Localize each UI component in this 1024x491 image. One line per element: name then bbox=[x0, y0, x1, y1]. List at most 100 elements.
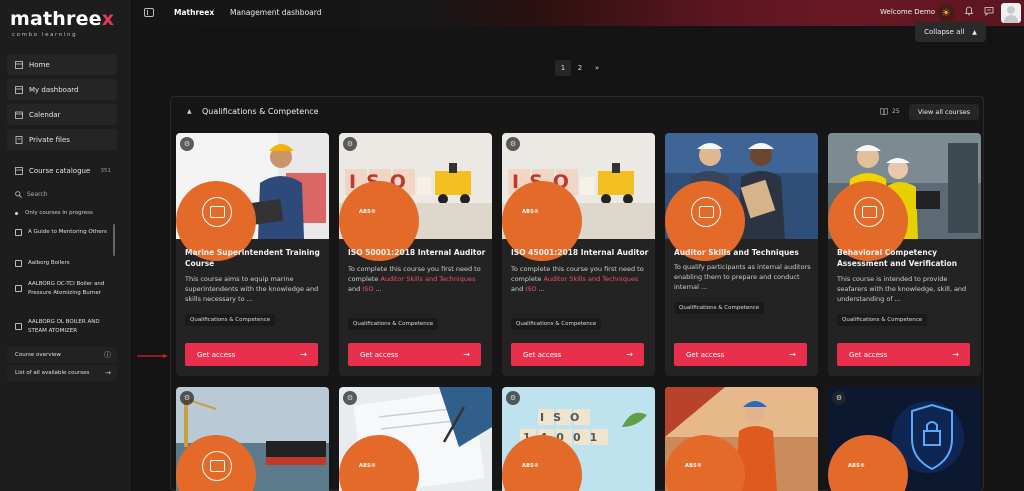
avatar[interactable] bbox=[1001, 3, 1021, 23]
sidebar-course-item[interactable]: AALBORG OC-TCI Boiler and Pressure Atomi… bbox=[7, 280, 111, 297]
get-access-button[interactable]: Get access → bbox=[674, 343, 807, 366]
all-courses-link[interactable]: List of all available courses → bbox=[7, 365, 117, 381]
home-icon bbox=[15, 60, 23, 69]
progress-filter-toggle[interactable]: Only courses in progress bbox=[7, 206, 117, 220]
course-card[interactable]: ⚙ Marine Superintendent Training Course … bbox=[176, 133, 329, 376]
bell-icon[interactable] bbox=[964, 6, 974, 19]
sidebar-course-item[interactable]: A Guide to Mentoring Others bbox=[7, 228, 111, 237]
info-icon: ⓘ bbox=[104, 351, 111, 359]
arrow-right-icon: → bbox=[952, 350, 959, 359]
course-card[interactable]: Behavioral Competency Assessment and Ver… bbox=[828, 133, 981, 376]
academy-seal-icon bbox=[202, 197, 232, 227]
course-title[interactable]: Auditor Skills and Techniques bbox=[674, 247, 812, 258]
sidebar-course-item[interactable]: Aalborg Boilers bbox=[7, 259, 111, 268]
radio-dot-icon bbox=[15, 211, 18, 215]
course-card[interactable]: ISO ABS® ⚙ ISO 45001:2018 Internal Audit… bbox=[502, 133, 655, 376]
page-1[interactable]: 1 bbox=[555, 60, 571, 76]
collapse-all-label: Collapse all bbox=[924, 28, 965, 36]
sun-icon[interactable]: ☀ bbox=[937, 4, 955, 22]
course-card[interactable]: ABS® ⚙ bbox=[339, 387, 492, 491]
all-courses-label: List of all available courses bbox=[15, 370, 90, 376]
sidebar-course-item[interactable]: AALBORG OL BOILER AND STEAM ATOMIZER bbox=[7, 318, 111, 335]
sidebar-toggle-icon[interactable] bbox=[144, 8, 154, 17]
collapse-chevron-icon[interactable]: ▲ bbox=[187, 108, 192, 115]
topbar-brand-link[interactable]: Mathreex bbox=[174, 8, 214, 17]
abs-logo: ABS® bbox=[522, 463, 540, 469]
wrench-icon: ⚙ bbox=[180, 137, 194, 151]
course-title[interactable]: Marine Superintendent Training Course bbox=[185, 247, 323, 269]
get-access-button[interactable]: Get access → bbox=[511, 343, 644, 366]
logo-tagline: combo learning bbox=[12, 32, 78, 38]
collapse-all-button[interactable]: Collapse all ▲ bbox=[915, 22, 986, 42]
app-root: mathreex combo learning Home My dashboar… bbox=[0, 0, 1024, 491]
search-input[interactable] bbox=[27, 190, 107, 198]
calendar-icon bbox=[15, 111, 23, 119]
course-card[interactable]: Auditor Skills and Techniques To qualify… bbox=[665, 133, 818, 376]
category-tag: Qualifications & Competence bbox=[674, 302, 765, 314]
course-overview-link[interactable]: Course overview ⓘ bbox=[7, 347, 117, 363]
nav-private-files[interactable]: Private files bbox=[7, 129, 117, 150]
logo-wordmark: mathreex bbox=[10, 8, 115, 30]
course-icon bbox=[15, 285, 22, 292]
course-catalogue[interactable]: Course catalogue 351 bbox=[7, 160, 117, 182]
chevron-up-icon: ▲ bbox=[972, 28, 977, 36]
academy-seal-icon bbox=[202, 451, 232, 481]
wrench-icon: ⚙ bbox=[180, 391, 194, 405]
qualifications-section: ▲ Qualifications & Competence 25 View al… bbox=[170, 96, 984, 491]
wrench-icon: ⚙ bbox=[832, 391, 846, 405]
course-description: To complete this course you first need t… bbox=[511, 265, 644, 293]
nav-my-dashboard-label: My dashboard bbox=[29, 85, 79, 94]
abs-logo: ABS® bbox=[359, 463, 377, 469]
course-title[interactable]: ISO 50001:2018 Internal Auditor bbox=[348, 247, 486, 258]
course-card[interactable]: ISO 14001 ABS® ⚙ bbox=[502, 387, 655, 491]
section-count-value: 25 bbox=[892, 108, 900, 115]
sidebar-course-label: AALBORG OL BOILER AND STEAM ATOMIZER bbox=[28, 319, 100, 334]
pagination: 1 2 » bbox=[555, 60, 606, 76]
arrow-right-icon: → bbox=[300, 350, 307, 359]
get-access-button[interactable]: Get access → bbox=[185, 343, 318, 366]
get-access-button[interactable]: Get access → bbox=[348, 343, 481, 366]
course-card[interactable]: ABS® ⚙ bbox=[828, 387, 981, 491]
prerequisite-link[interactable]: Auditor Skills and Techniques bbox=[380, 275, 475, 283]
course-card[interactable]: ⚙ bbox=[176, 387, 329, 491]
wrench-icon: ⚙ bbox=[343, 391, 357, 405]
course-card[interactable]: ISO ABS® ⚙ ISO 50001:2018 Internal Audit… bbox=[339, 133, 492, 376]
nav-calendar[interactable]: Calendar bbox=[7, 104, 117, 125]
top-bar: Mathreex Management dashboard Welcome De… bbox=[132, 0, 1024, 26]
abs-logo: ABS® bbox=[848, 463, 866, 469]
category-tag: Qualifications & Competence bbox=[348, 318, 439, 330]
course-list-scrollbar[interactable] bbox=[113, 224, 115, 256]
prerequisite-link[interactable]: ISO bbox=[362, 285, 373, 293]
get-access-label: Get access bbox=[849, 350, 888, 359]
annotation-arrow-icon bbox=[137, 354, 168, 358]
get-access-button[interactable]: Get access → bbox=[837, 343, 970, 366]
section-header[interactable]: ▲ Qualifications & Competence 25 View al… bbox=[171, 97, 983, 127]
view-all-courses-button[interactable]: View all courses bbox=[909, 104, 979, 120]
prerequisite-link[interactable]: ISO bbox=[525, 285, 536, 293]
course-card[interactable]: ABS® bbox=[665, 387, 818, 491]
book-icon bbox=[880, 108, 888, 115]
nav-my-dashboard[interactable]: My dashboard bbox=[7, 79, 117, 100]
page-next[interactable]: » bbox=[589, 60, 605, 76]
course-title[interactable]: Behavioral Competency Assessment and Ver… bbox=[837, 247, 975, 269]
dashboard-icon bbox=[15, 85, 23, 94]
nav-home[interactable]: Home bbox=[7, 54, 117, 75]
category-tag: Qualifications & Competence bbox=[837, 314, 928, 326]
arrow-right-icon: → bbox=[105, 369, 111, 377]
course-title[interactable]: ISO 45001:2018 Internal Auditor bbox=[511, 247, 649, 258]
management-dashboard-link[interactable]: Management dashboard bbox=[230, 8, 321, 17]
nav-calendar-label: Calendar bbox=[29, 110, 61, 119]
course-catalogue-count: 351 bbox=[100, 168, 112, 174]
progress-filter-label: Only courses in progress bbox=[25, 210, 93, 216]
sidebar-course-label: A Guide to Mentoring Others bbox=[28, 229, 107, 235]
abs-logo: ABS® bbox=[522, 209, 540, 215]
abs-logo: ABS® bbox=[685, 463, 703, 469]
academy-seal-icon bbox=[691, 197, 721, 227]
get-access-label: Get access bbox=[197, 350, 236, 359]
chat-icon[interactable] bbox=[984, 6, 994, 19]
prerequisite-link[interactable]: Auditor Skills and Techniques bbox=[543, 275, 638, 283]
abs-logo: ABS® bbox=[359, 209, 377, 215]
logo[interactable]: mathreex combo learning bbox=[10, 8, 120, 42]
wrench-icon: ⚙ bbox=[343, 137, 357, 151]
page-2[interactable]: 2 bbox=[572, 60, 588, 76]
